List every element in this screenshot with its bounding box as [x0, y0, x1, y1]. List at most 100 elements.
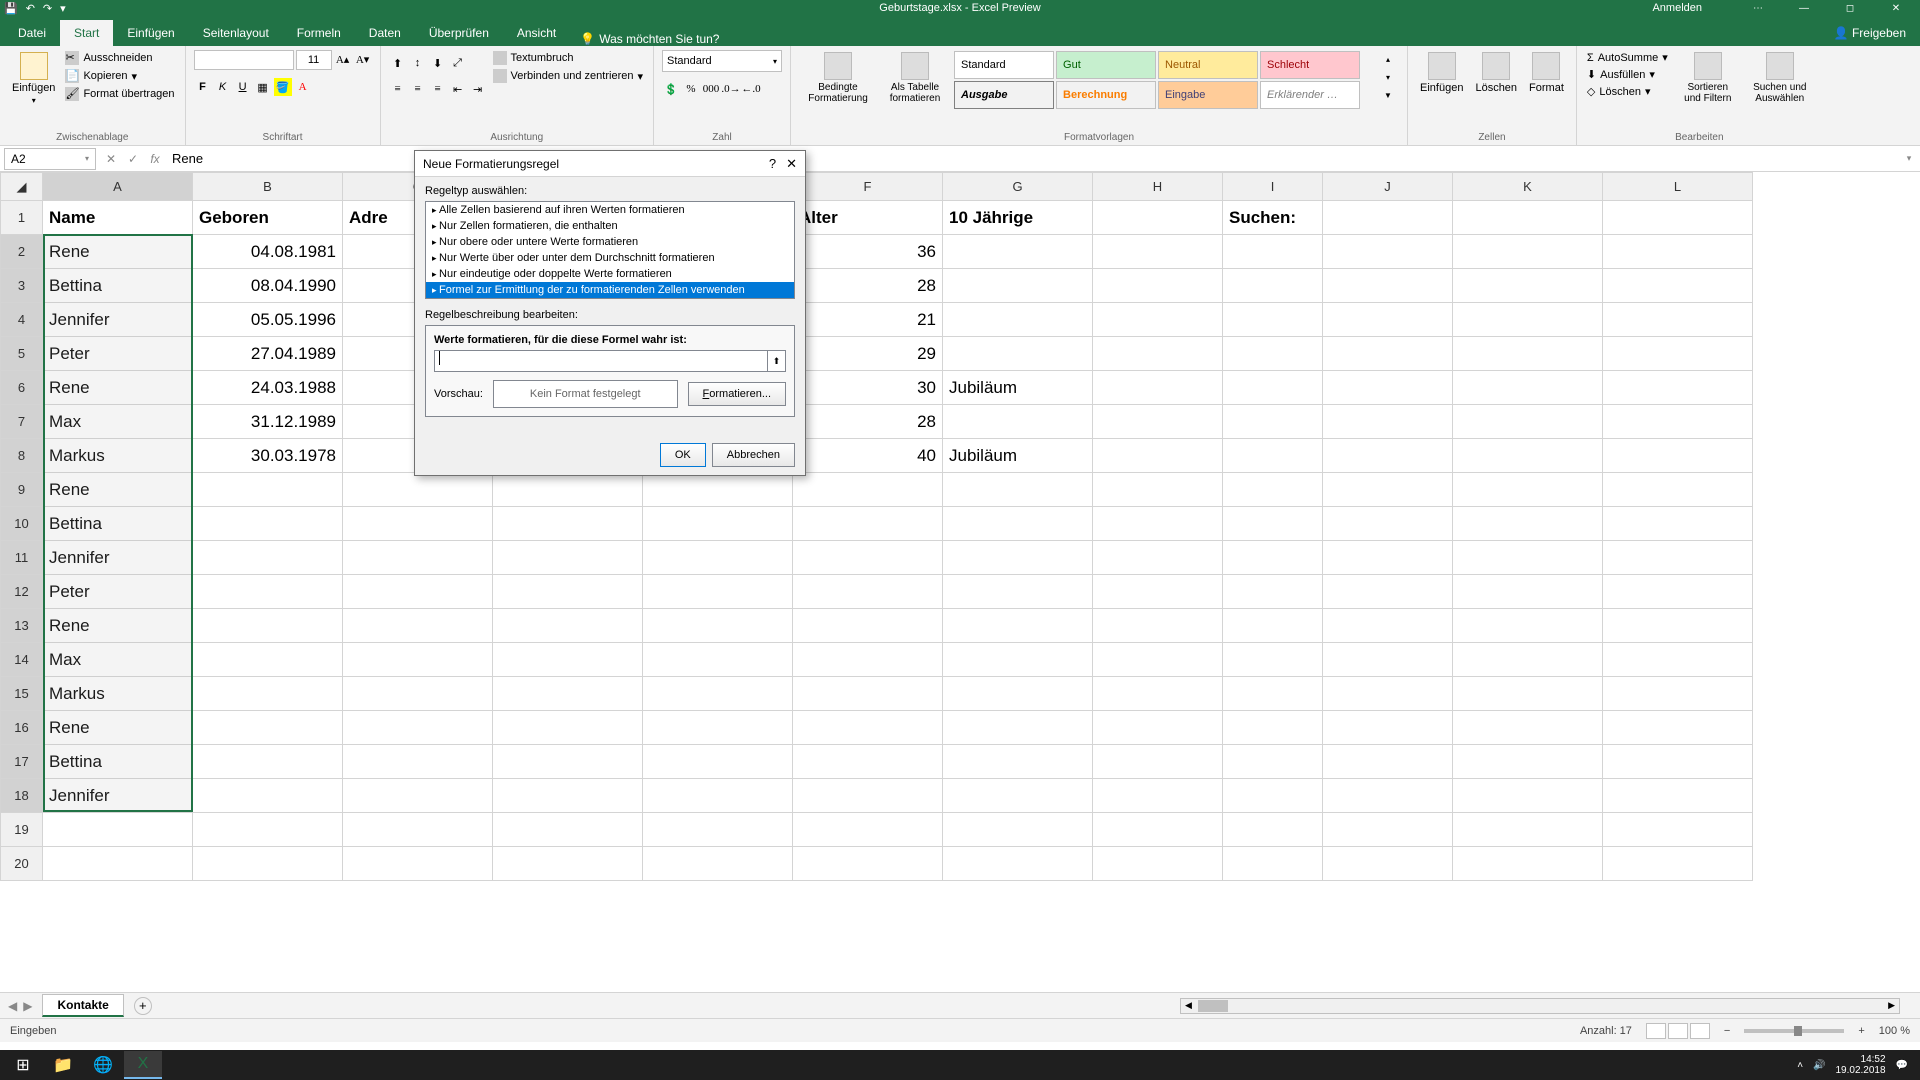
tray-volume-icon[interactable]: 🔊 [1813, 1060, 1825, 1071]
cell[interactable] [943, 575, 1093, 609]
cell[interactable] [1323, 473, 1453, 507]
cell[interactable] [193, 813, 343, 847]
cell[interactable] [1453, 575, 1603, 609]
row-header[interactable]: 19 [1, 813, 43, 847]
row-header[interactable]: 17 [1, 745, 43, 779]
cell-styles-gallery[interactable]: Standard Gut Neutral Schlecht Ausgabe Be… [953, 50, 1373, 110]
cell[interactable] [1453, 779, 1603, 813]
range-picker-icon[interactable]: ⬆ [767, 351, 785, 371]
cell[interactable]: Rene [43, 371, 193, 405]
fill-color-button[interactable]: 🪣 [274, 78, 292, 96]
cell[interactable] [343, 609, 493, 643]
cell[interactable] [943, 473, 1093, 507]
cell[interactable] [1223, 609, 1323, 643]
indent-inc-icon[interactable]: ⇥ [469, 80, 487, 98]
cell[interactable] [1093, 643, 1223, 677]
cancel-formula-icon[interactable]: ✕ [100, 148, 122, 170]
cell[interactable]: 30.03.1978 [193, 439, 343, 473]
cell[interactable]: 28 [793, 269, 943, 303]
fx-icon[interactable]: fx [144, 148, 166, 170]
cell[interactable] [1603, 813, 1753, 847]
cell[interactable] [1603, 439, 1753, 473]
signin-link[interactable]: Anmelden [1652, 2, 1702, 14]
cell[interactable] [1093, 745, 1223, 779]
cell[interactable] [1223, 677, 1323, 711]
cell[interactable]: 27.04.1989 [193, 337, 343, 371]
cell[interactable]: Bettina [43, 507, 193, 541]
cell[interactable]: Max [43, 405, 193, 439]
align-middle-icon[interactable]: ↕ [409, 54, 427, 72]
cell[interactable] [1223, 711, 1323, 745]
conditional-formatting-button[interactable]: Bedingte Formatierung [799, 50, 877, 106]
cell[interactable] [1093, 677, 1223, 711]
col-header-F[interactable]: F [793, 173, 943, 201]
cell[interactable] [1223, 541, 1323, 575]
cell[interactable]: 29 [793, 337, 943, 371]
rule-type-item[interactable]: Alle Zellen basierend auf ihren Werten f… [426, 202, 794, 218]
cell[interactable] [193, 711, 343, 745]
cell[interactable] [943, 337, 1093, 371]
format-cells-button[interactable]: Format [1525, 50, 1568, 96]
number-format-select[interactable]: Standard▾ [662, 50, 782, 72]
row-header[interactable]: 18 [1, 779, 43, 813]
cell[interactable] [1603, 507, 1753, 541]
cell[interactable]: 31.12.1989 [193, 405, 343, 439]
align-top-icon[interactable]: ⬆ [389, 54, 407, 72]
tray-up-icon[interactable]: ˄ [1797, 1060, 1803, 1071]
font-color-button[interactable]: A [294, 78, 312, 96]
cell[interactable] [1603, 745, 1753, 779]
cell[interactable] [943, 405, 1093, 439]
row-header[interactable]: 20 [1, 847, 43, 881]
bold-button[interactable]: F [194, 78, 212, 96]
cell[interactable] [793, 711, 943, 745]
cell[interactable] [1453, 507, 1603, 541]
col-header-B[interactable]: B [193, 173, 343, 201]
cell[interactable] [1093, 405, 1223, 439]
tab-einfuegen[interactable]: Einfügen [113, 20, 188, 46]
zoom-slider[interactable] [1744, 1029, 1844, 1033]
cell[interactable] [1223, 337, 1323, 371]
cell[interactable] [1223, 745, 1323, 779]
cut-button[interactable]: ✂Ausschneiden [63, 50, 176, 66]
cell[interactable] [1453, 847, 1603, 881]
style-erklarend[interactable]: Erklärender … [1260, 81, 1360, 109]
sort-filter-button[interactable]: Sortieren und Filtern [1674, 50, 1742, 106]
cell[interactable] [1093, 371, 1223, 405]
cell[interactable] [1093, 235, 1223, 269]
shrink-font-icon[interactable]: A▾ [354, 50, 372, 68]
row-header[interactable]: 15 [1, 677, 43, 711]
cell[interactable] [793, 779, 943, 813]
cell[interactable] [1223, 405, 1323, 439]
cell[interactable] [1223, 779, 1323, 813]
cell[interactable]: 08.04.1990 [193, 269, 343, 303]
taskbar-explorer-icon[interactable]: 📁 [44, 1051, 82, 1079]
font-size-input[interactable] [296, 50, 332, 70]
cell[interactable] [1093, 439, 1223, 473]
row-header[interactable]: 12 [1, 575, 43, 609]
cell[interactable] [493, 847, 643, 881]
cell[interactable] [1223, 507, 1323, 541]
delete-cells-button[interactable]: Löschen [1471, 50, 1521, 96]
minimize-icon[interactable]: — [1784, 0, 1824, 16]
cell[interactable] [943, 507, 1093, 541]
cell[interactable] [943, 235, 1093, 269]
cell[interactable]: 04.08.1981 [193, 235, 343, 269]
cell[interactable] [343, 643, 493, 677]
format-painter-button[interactable]: 🖌Format übertragen [63, 86, 176, 102]
cell[interactable]: 30 [793, 371, 943, 405]
cell[interactable] [943, 847, 1093, 881]
zoom-level[interactable]: 100 % [1879, 1025, 1910, 1037]
rule-type-item[interactable]: Nur obere oder untere Werte formatieren [426, 234, 794, 250]
tab-formeln[interactable]: Formeln [283, 20, 355, 46]
save-icon[interactable]: 💾 [4, 2, 18, 15]
cell[interactable] [1453, 745, 1603, 779]
cell[interactable] [193, 609, 343, 643]
cell[interactable]: Name [43, 201, 193, 235]
cell[interactable] [193, 575, 343, 609]
cell[interactable] [1453, 439, 1603, 473]
paste-button[interactable]: Einfügen▾ [8, 50, 59, 107]
view-normal-icon[interactable] [1646, 1023, 1666, 1039]
rule-type-item[interactable]: Formel zur Ermittlung der zu formatieren… [426, 282, 794, 298]
cell[interactable] [1223, 439, 1323, 473]
cell[interactable] [1603, 643, 1753, 677]
